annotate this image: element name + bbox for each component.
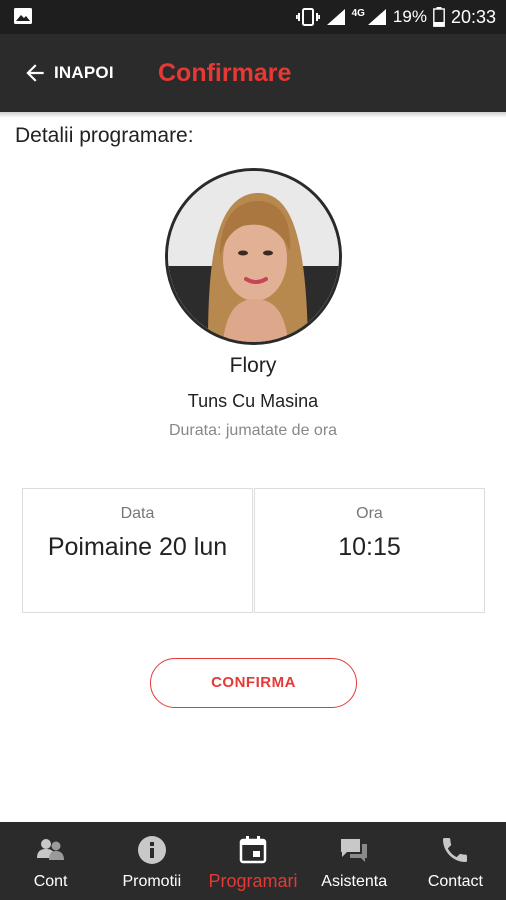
chat-icon: [341, 839, 368, 862]
page-title: Confirmare: [158, 59, 292, 87]
cell-signal-icon: [367, 9, 386, 25]
bottom-nav: Cont Promotii Programari Asistenta Conta…: [0, 822, 506, 900]
app-bar: INAPOI Confirmare: [0, 34, 506, 112]
clock: 20:33: [450, 6, 496, 27]
nav-item-promotii[interactable]: Promotii: [101, 822, 202, 900]
nav-label: Cont: [33, 873, 68, 890]
time-card: Ora 10:15: [254, 488, 485, 613]
arrow-left-icon: [26, 64, 44, 82]
time-value: 10:15: [338, 533, 401, 561]
nav-label: Contact: [427, 873, 483, 890]
date-value: Poimaine 20 lun: [47, 533, 228, 561]
back-button[interactable]: INAPOI: [22, 34, 114, 112]
nav-item-programari[interactable]: Programari: [202, 822, 303, 900]
stylist-name: Flory: [229, 354, 277, 377]
image-notification-icon: [14, 8, 32, 24]
time-caption: Ora: [356, 505, 383, 522]
back-label: INAPOI: [54, 63, 114, 82]
wifi-signal-icon: [326, 9, 345, 25]
nav-label: Programari: [208, 871, 298, 891]
nav-item-asistenta[interactable]: Asistenta: [304, 822, 405, 900]
status-indicators: 4G 19% 20:33: [295, 0, 496, 34]
network-type: 4G: [351, 7, 365, 19]
stylist-photo: [168, 171, 339, 342]
service-name: Tuns Cu Masina: [187, 391, 319, 411]
battery-percent: 19%: [392, 7, 427, 26]
info-icon: [137, 836, 166, 864]
phone-icon: [443, 838, 468, 862]
nav-item-contact[interactable]: Contact: [405, 822, 506, 900]
nav-label: Promotii: [122, 873, 182, 890]
section-title: Detalii programare:: [15, 124, 194, 147]
date-card: Data Poimaine 20 lun: [22, 488, 253, 613]
battery-icon: [433, 7, 445, 27]
date-caption: Data: [120, 505, 155, 522]
confirm-button[interactable]: CONFIRMA: [150, 658, 357, 708]
calendar-icon: [239, 836, 267, 864]
app-bar-shadow: [0, 112, 506, 118]
vibrate-icon: [295, 8, 320, 26]
service-duration: Durata: jumatate de ora: [168, 422, 338, 439]
people-icon: [36, 839, 64, 860]
stylist-avatar: [165, 168, 342, 345]
status-bar: 4G 19% 20:33: [0, 0, 506, 34]
nav-item-cont[interactable]: Cont: [0, 822, 101, 900]
nav-label: Asistenta: [321, 873, 388, 890]
